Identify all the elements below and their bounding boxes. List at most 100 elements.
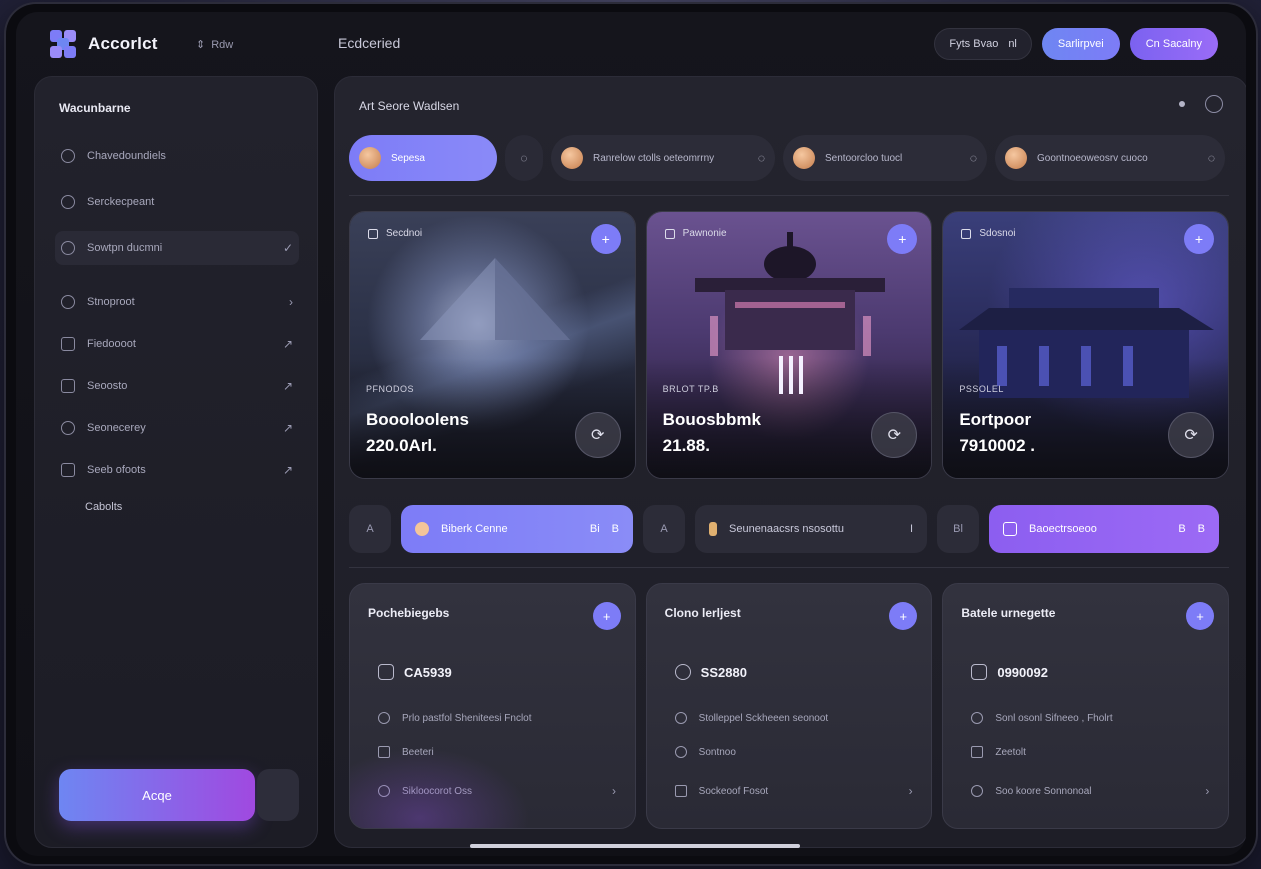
- sidebar-item-3[interactable]: Stnoproot ›: [55, 285, 299, 319]
- pill-0[interactable]: Sepesa: [349, 135, 497, 181]
- sidebar-item-7[interactable]: Seeb ofoots ↗: [55, 453, 299, 487]
- card-name: Boooloolens: [366, 410, 469, 429]
- main-panel: Art Seore Wadlsen Sepesa ◌ Ranrelow ctol…: [334, 76, 1246, 848]
- info-line[interactable]: Soo koore Sonnonoal ›: [971, 784, 1209, 798]
- add-icon[interactable]: +: [1186, 602, 1215, 630]
- image-icon: [368, 228, 378, 239]
- primary-action-button[interactable]: Sarlirpvei: [1041, 28, 1120, 60]
- pill-toggle-icon[interactable]: ◌: [505, 135, 543, 181]
- sidebar-item-0[interactable]: Chavedoundiels: [55, 139, 299, 173]
- filter-pill-0[interactable]: Biberk Cenne Bi B: [401, 505, 633, 553]
- info-card[interactable]: Batele urnegette + 0990092 Sonl osonl Si…: [942, 583, 1230, 829]
- document-icon: [971, 664, 988, 680]
- info-main-text: 0990092: [997, 664, 1048, 680]
- card-name: Eortpoor: [959, 410, 1032, 429]
- sidebar-cta-button[interactable]: Acqe: [59, 769, 255, 821]
- filter-tail: B: [1197, 523, 1205, 535]
- filter-row: A Biberk Cenne Bi B A Seunenaacsrs nsoso…: [349, 505, 1229, 555]
- user-icon: [674, 712, 687, 724]
- info-line-text: Sonl osonl Sifneeo , Fholrt: [995, 712, 1113, 724]
- add-icon[interactable]: +: [590, 224, 621, 254]
- temple-illustration: [694, 232, 885, 394]
- sidebar-item-label: Serckecpeant: [87, 196, 155, 208]
- info-line[interactable]: Sikloocorot Oss ›: [378, 784, 616, 798]
- main-header-icons: [1179, 95, 1223, 113]
- feature-card[interactable]: Sdosnoi + PSSOLEL Eortpoor 7910002 . ⟳: [942, 211, 1230, 479]
- info-line-text: Stolleppel Sckheeen seonoot: [698, 712, 829, 724]
- workspace-label: Rdw: [211, 38, 234, 51]
- sidebar-item-6[interactable]: Seonecerey ↗: [55, 411, 299, 445]
- divider: [349, 567, 1229, 568]
- pill-label: Ranrelow ctolls oeteomrrny: [593, 152, 715, 164]
- pill-row: Sepesa ◌ Ranrelow ctolls oeteomrrny ◌ Se…: [349, 135, 1229, 183]
- account-chip[interactable]: Fyts Bvao nl: [934, 28, 1032, 60]
- info-line[interactable]: Sockeoof Fosot ›: [674, 784, 913, 798]
- settings-icon[interactable]: [1205, 95, 1223, 113]
- add-icon[interactable]: +: [592, 602, 621, 630]
- clock-icon: [378, 712, 390, 724]
- avatar: [561, 147, 583, 169]
- more-icon[interactable]: [1179, 101, 1185, 107]
- sidebar-item-4[interactable]: Fiedoooot ↗: [55, 327, 299, 361]
- image-icon: [664, 228, 675, 239]
- filter-pill-2[interactable]: Baoectrsoeoo B B: [989, 505, 1219, 553]
- feature-card[interactable]: Secdnoi + PFNODOS Boooloolens 220.0Arl. …: [349, 211, 636, 479]
- pill-label: Goontnoeoweosrv cuoco: [1037, 152, 1148, 164]
- card-tag-label: Pawnonie: [682, 228, 727, 239]
- sidebar-item-5[interactable]: Seoosto ↗: [55, 369, 299, 403]
- info-line-text: Beeteri: [402, 746, 434, 758]
- add-icon[interactable]: +: [889, 602, 918, 630]
- refresh-icon: [61, 295, 75, 309]
- info-card[interactable]: Pochebiegebs + CA5939 Prlo pastfol Sheni…: [349, 583, 636, 829]
- info-cards: Pochebiegebs + CA5939 Prlo pastfol Sheni…: [349, 583, 1230, 829]
- info-line-text: Sontnoo: [698, 746, 736, 758]
- add-icon[interactable]: +: [1184, 224, 1215, 254]
- home-indicator[interactable]: [470, 844, 800, 848]
- card-icon: [971, 746, 984, 758]
- palace-illustration: [959, 288, 1215, 398]
- sidebar-title: Wacunbarne: [59, 101, 131, 115]
- image-icon: [961, 228, 972, 239]
- filter-count: Bi: [589, 523, 600, 535]
- sidebar-sub-link[interactable]: Cabolts: [85, 501, 122, 513]
- refresh-icon[interactable]: ⟳: [574, 412, 621, 458]
- secondary-action-button[interactable]: Cn Sacalny: [1129, 28, 1218, 60]
- feature-card[interactable]: Pawnonie + BRLOT TP.B Bouosbbmk 21.88. ⟳: [645, 211, 933, 479]
- filter-prefix[interactable]: A: [643, 505, 685, 553]
- filter-prefix[interactable]: Bl: [937, 505, 979, 553]
- tablet-frame: Accorlct ⇕ Rdw Ecdceried Fyts Bvao nl Sa…: [6, 4, 1256, 864]
- info-line-text: Sikloocorot Oss: [402, 785, 473, 797]
- refresh-icon[interactable]: ⟳: [1168, 412, 1215, 458]
- info-line: Stolleppel Sckheeen seonoot: [674, 712, 913, 724]
- info-card[interactable]: Clono lerljest + SS2880 Stolleppel Sckhe…: [645, 583, 933, 829]
- pill-3[interactable]: Goontnoeoweosrv cuoco ◌: [995, 135, 1225, 181]
- workspace-switcher[interactable]: ⇕ Rdw: [196, 38, 234, 52]
- filter-tail: I: [909, 523, 913, 535]
- sidebar-item-2[interactable]: Sowtpn ducmni ✓: [55, 231, 299, 265]
- sidebar-item-label: Sowtpn ducmni: [87, 242, 163, 254]
- info-main-value: CA5939: [378, 664, 452, 680]
- card-tag-label: Secdnoi: [386, 228, 423, 239]
- tag-icon: [1003, 522, 1017, 536]
- calendar-icon: [61, 379, 75, 393]
- sidebar-item-1[interactable]: Serckecpeant: [55, 185, 299, 219]
- info-line: Zeetolt: [971, 746, 1209, 758]
- filter-label: Seunenaacsrs nsosottu: [729, 523, 844, 535]
- filter-prefix[interactable]: A: [349, 505, 391, 553]
- logo[interactable]: Accorlct: [50, 30, 158, 58]
- info-main-value: 0990092: [971, 664, 1048, 680]
- sidebar-cta-secondary[interactable]: [257, 769, 299, 821]
- sidebar-item-label: Chavedoundiels: [87, 150, 166, 162]
- app-name: Accorlct: [88, 34, 158, 53]
- info-title: Pochebiegebs: [368, 606, 450, 620]
- filter-pill-1[interactable]: Seunenaacsrs nsosottu I: [695, 505, 927, 553]
- info-line: Prlo pastfol Sheniteesi Fnclot: [378, 712, 616, 724]
- sidebar-item-label: Seoosto: [87, 380, 128, 392]
- pill-2[interactable]: Sentoorcloo tuocl ◌: [783, 135, 987, 181]
- pill-1[interactable]: Ranrelow ctolls oeteomrrny ◌: [551, 135, 775, 181]
- avatar: [793, 147, 815, 169]
- info-title: Clono lerljest: [664, 606, 741, 620]
- pill-label: Sepesa: [391, 152, 425, 164]
- info-line-text: Prlo pastfol Sheniteesi Fnclot: [402, 712, 532, 724]
- info-main-value: SS2880: [674, 664, 747, 680]
